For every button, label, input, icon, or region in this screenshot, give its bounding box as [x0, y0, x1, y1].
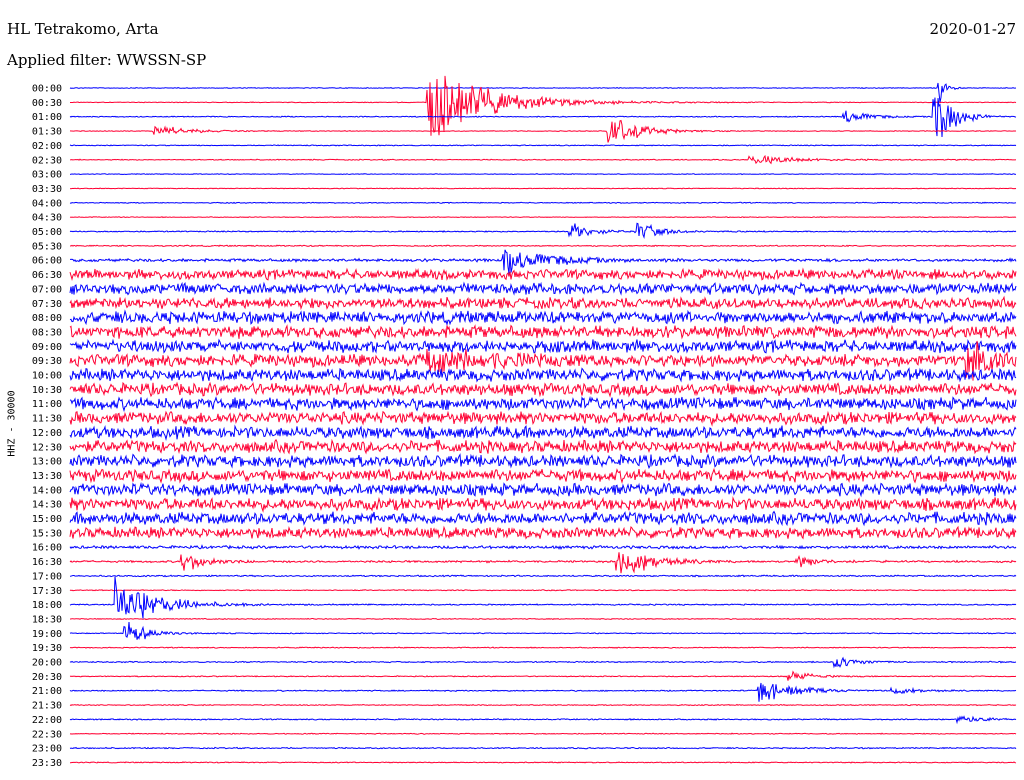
seismogram-traces: [69, 75, 1017, 764]
trace-0500: [69, 222, 1017, 240]
trace-0730: [69, 295, 1017, 311]
time-label-2200: 22:00: [32, 715, 62, 726]
time-label-0930: 09:30: [32, 356, 62, 367]
trace-0000: [69, 82, 1017, 103]
trace-1500: [69, 510, 1017, 527]
trace-2330: [70, 761, 1017, 764]
trace-0430: [69, 216, 1017, 219]
time-label-0100: 01:00: [32, 112, 62, 123]
time-label-1500: 15:00: [32, 514, 62, 525]
time-label-2330: 23:30: [32, 758, 62, 769]
time-label-0200: 02:00: [32, 141, 62, 152]
time-label-1130: 11:30: [32, 414, 62, 425]
trace-1630: [69, 552, 1017, 574]
time-label-1530: 15:30: [32, 528, 62, 539]
time-label-0300: 03:00: [32, 170, 62, 181]
time-label-0000: 00:00: [32, 84, 62, 95]
time-label-1300: 13:00: [32, 457, 62, 468]
time-label-0330: 03:30: [32, 184, 62, 195]
time-label-1100: 11:00: [32, 399, 62, 410]
time-label-1930: 19:30: [32, 643, 62, 654]
trace-0230: [69, 154, 1017, 165]
trace-0830: [69, 324, 1017, 340]
trace-1200: [69, 424, 1017, 441]
time-label-0700: 07:00: [32, 284, 62, 295]
trace-0700: [69, 281, 1017, 297]
time-label-1030: 10:30: [32, 385, 62, 396]
time-label-1730: 17:30: [32, 586, 62, 597]
time-label-1900: 19:00: [32, 629, 62, 640]
trace-2000: [69, 656, 1017, 669]
trace-0200: [69, 144, 1017, 147]
trace-2100: [69, 682, 1017, 702]
time-label-0230: 02:30: [32, 155, 62, 166]
trace-1330: [69, 467, 1017, 484]
trace-0400: [69, 201, 1017, 204]
trace-0800: [69, 309, 1017, 327]
seismogram-plot: 00:00 00:30 01:00 01:30 02:00 02:30 03:00 03:30…: [32, 75, 1017, 769]
time-label-2000: 20:00: [32, 658, 62, 669]
time-label-2130: 21:30: [32, 701, 62, 712]
time-label-1400: 14:00: [32, 485, 62, 496]
trace-1130: [69, 410, 1017, 427]
time-label-2030: 20:30: [32, 672, 62, 683]
trace-1000: [69, 367, 1017, 383]
time-label-1600: 16:00: [32, 543, 62, 554]
time-label-0630: 06:30: [32, 270, 62, 281]
trace-1400: [69, 481, 1017, 498]
time-label-1200: 12:00: [32, 428, 62, 439]
trace-0600: [70, 249, 1017, 274]
time-label-0430: 04:30: [32, 213, 62, 224]
trace-1530: [69, 525, 1017, 540]
time-label-2230: 22:30: [32, 729, 62, 740]
trace-1430: [69, 496, 1017, 513]
trace-1930: [69, 646, 1017, 649]
time-label-0500: 05:00: [32, 227, 62, 238]
time-label-1230: 12:30: [32, 442, 62, 453]
trace-0900: [69, 338, 1017, 355]
time-label-0130: 01:30: [32, 127, 62, 138]
time-label-0800: 08:00: [32, 313, 62, 324]
trace-0630: [69, 267, 1017, 282]
trace-0530: [69, 244, 1017, 248]
trace-1730: [69, 589, 1017, 592]
trace-0130: [69, 119, 1017, 143]
time-label-2300: 23:00: [32, 744, 62, 755]
trace-1030: [69, 381, 1017, 398]
time-label-0600: 06:00: [32, 256, 62, 267]
trace-2200: [69, 715, 1017, 725]
time-label-0530: 05:30: [32, 241, 62, 252]
time-label-1430: 14:30: [32, 500, 62, 511]
time-labels: 00:00 00:30 01:00 01:30 02:00 02:30 03:00 03:30…: [32, 84, 62, 769]
time-label-1330: 13:30: [32, 471, 62, 482]
time-label-0830: 08:30: [32, 327, 62, 338]
trace-1230: [69, 438, 1017, 455]
time-label-1830: 18:30: [32, 614, 62, 625]
trace-1700: [69, 574, 1017, 578]
trace-1600: [69, 544, 1017, 550]
trace-1300: [69, 453, 1017, 470]
time-label-1800: 18:00: [32, 600, 62, 611]
time-label-0730: 07:30: [32, 299, 62, 310]
trace-2230: [69, 732, 1017, 735]
trace-1900: [69, 621, 1017, 640]
trace-1100: [69, 395, 1017, 413]
trace-1800: [69, 576, 1017, 619]
time-label-0900: 09:00: [32, 342, 62, 353]
trace-2030: [69, 670, 1017, 681]
time-label-2100: 21:00: [32, 686, 62, 697]
time-label-1700: 17:00: [32, 571, 62, 582]
time-label-1000: 10:00: [32, 371, 62, 382]
trace-0330: [69, 187, 1017, 190]
trace-0300: [69, 173, 1017, 176]
trace-2130: [69, 703, 1017, 707]
time-label-0030: 00:30: [32, 98, 62, 109]
trace-0030: [70, 75, 1017, 136]
trace-2300: [69, 746, 1017, 750]
time-label-0400: 04:00: [32, 198, 62, 209]
trace-1830: [70, 617, 1017, 621]
time-label-1630: 16:30: [32, 557, 62, 568]
